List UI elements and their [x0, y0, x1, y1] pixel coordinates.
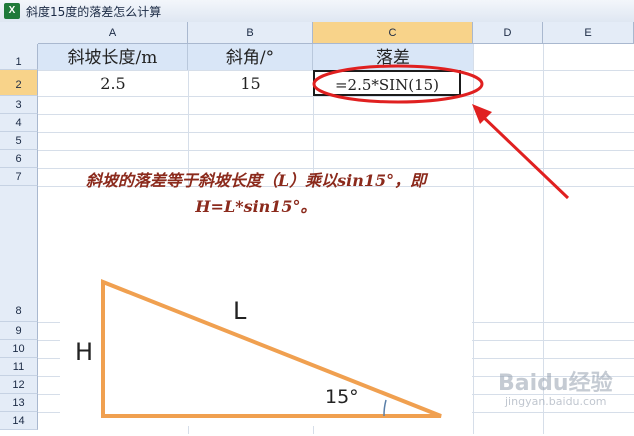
gridline — [38, 114, 634, 115]
gridline — [38, 150, 634, 151]
row-header-3[interactable]: 3 — [0, 96, 38, 114]
row-header-5[interactable]: 5 — [0, 132, 38, 150]
title-bar: X 斜度15度的落差怎么计算 — [0, 0, 634, 23]
column-header-b[interactable]: B — [188, 22, 313, 44]
row-header-9[interactable]: 9 — [0, 322, 38, 340]
column-header-e[interactable]: E — [543, 22, 634, 44]
cell-a1[interactable]: 斜坡长度/m — [38, 44, 188, 70]
label-angle: 15° — [325, 386, 359, 408]
explanation-note: 斜坡的落差等于斜坡长度（L）乘以sin15°，即H=L*sin15°。 — [85, 171, 427, 216]
row-header-11[interactable]: 11 — [0, 358, 38, 376]
row-header-4[interactable]: 4 — [0, 114, 38, 132]
select-all-corner[interactable] — [0, 22, 39, 45]
cell-c2-formula[interactable]: =2.5*SIN(15) — [313, 70, 461, 96]
watermark-logo: Baidu经验 — [498, 371, 613, 396]
row-header-1[interactable]: 1 — [0, 44, 38, 70]
row-header-2[interactable]: 2 — [0, 70, 38, 96]
row-header-12[interactable]: 12 — [0, 376, 38, 394]
column-header-c[interactable]: C — [313, 22, 473, 44]
gridline — [38, 132, 634, 133]
row-header-7[interactable]: 7 — [0, 168, 38, 186]
label-hypotenuse: L — [233, 297, 247, 325]
cell-c1[interactable]: 落差 — [313, 44, 473, 70]
cell-b1[interactable]: 斜角/° — [188, 44, 313, 70]
watermark-url: jingyan.baidu.com — [505, 395, 607, 408]
row-header-13[interactable]: 13 — [0, 394, 38, 412]
cell-b2[interactable]: 15 — [188, 70, 313, 96]
row-header-6[interactable]: 6 — [0, 150, 38, 168]
window-title: 斜度15度的落差怎么计算 — [26, 5, 162, 19]
cell-a2[interactable]: 2.5 — [38, 70, 188, 96]
row-header-14[interactable]: 14 — [0, 412, 38, 430]
column-header-a[interactable]: A — [38, 22, 188, 44]
row-header-10[interactable]: 10 — [0, 340, 38, 358]
label-height: H — [75, 338, 94, 366]
excel-icon: X — [4, 3, 20, 19]
column-header-d[interactable]: D — [473, 22, 543, 44]
diagram-background — [60, 260, 472, 426]
row-header-8[interactable]: 8 — [0, 186, 38, 322]
